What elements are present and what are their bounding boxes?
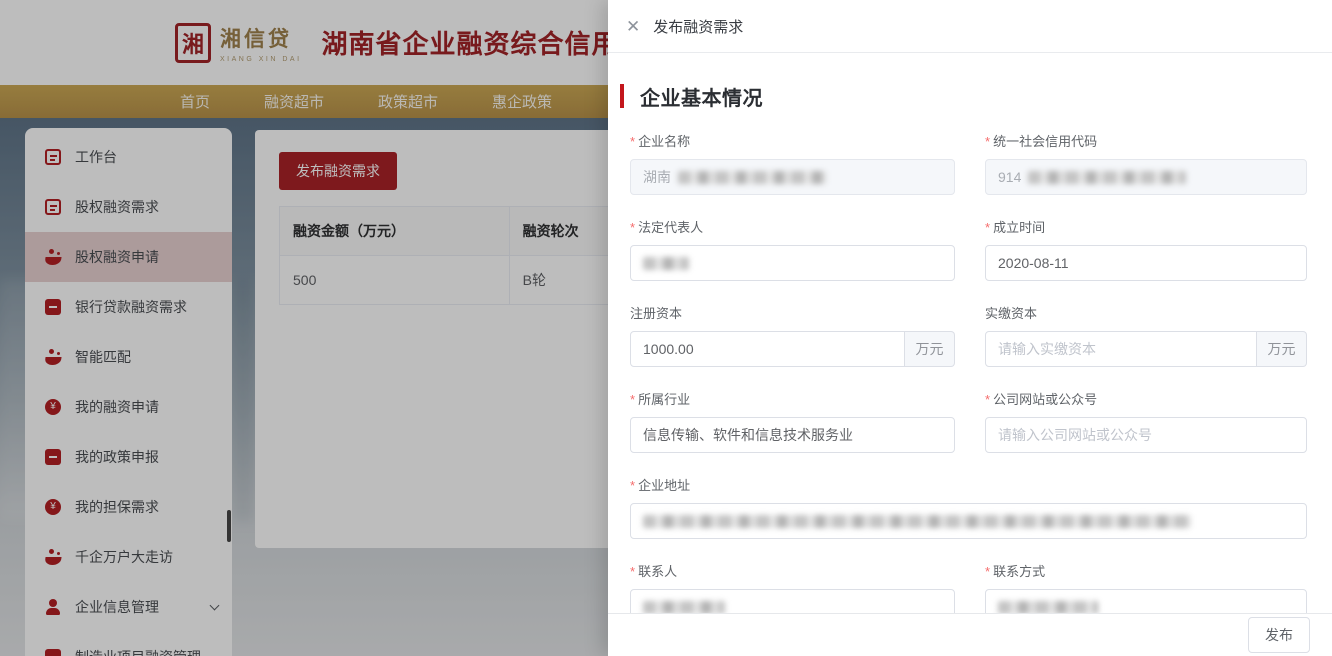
section-title-text: 企业基本情况 (640, 82, 763, 111)
input-establish-date[interactable] (985, 245, 1307, 281)
input-website[interactable] (985, 417, 1307, 453)
required-mark: * (630, 564, 635, 579)
required-mark: * (985, 564, 990, 579)
redacted-value (678, 171, 826, 184)
unit-suffix: 万元 (905, 331, 955, 367)
field-establish-date: *成立时间 (985, 195, 1307, 281)
value-prefix: 湖南 (643, 167, 671, 187)
value-prefix: 914 (998, 169, 1021, 185)
label-industry: *所属行业 (630, 391, 955, 409)
drawer-title: 发布融资需求 (653, 16, 743, 37)
redacted-value (643, 515, 1191, 528)
input-contact-person[interactable] (630, 589, 955, 613)
label-website: *公司网站或公众号 (985, 391, 1307, 409)
drawer-body: 企业基本情况 *企业名称 湖南 *统一社会信用代码 914 *法定代表人 (608, 53, 1332, 613)
redacted-value (998, 601, 1098, 613)
input-paid-capital[interactable] (985, 331, 1257, 367)
app-window: 湘 湘信贷 XIANG XIN DAI 湖南省企业融资综合信用服务平台 首页 融… (0, 0, 1332, 656)
unit-suffix: 万元 (1257, 331, 1307, 367)
drawer-footer: 发布 (608, 613, 1332, 656)
field-reg-capital: 注册资本 万元 (630, 281, 955, 367)
redacted-value (1028, 171, 1186, 184)
input-company-name[interactable]: 湖南 (630, 159, 955, 195)
input-industry[interactable] (630, 417, 955, 453)
label-contact-phone: *联系方式 (985, 563, 1307, 581)
input-contact-phone[interactable] (985, 589, 1307, 613)
publish-financing-drawer: ✕ 发布融资需求 企业基本情况 *企业名称 湖南 *统一社会信用代码 914 (608, 0, 1332, 656)
drawer-header: ✕ 发布融资需求 (608, 0, 1332, 53)
required-mark: * (985, 220, 990, 235)
required-mark: * (630, 478, 635, 493)
required-mark: * (630, 392, 635, 407)
input-address[interactable] (630, 503, 1307, 539)
field-address: *企业地址 (630, 453, 1307, 539)
field-company-name: *企业名称 湖南 (630, 109, 955, 195)
required-mark: * (985, 392, 990, 407)
label-reg-capital: 注册资本 (630, 305, 955, 323)
input-credit-code[interactable]: 914 (985, 159, 1307, 195)
field-legal-rep: *法定代表人 (630, 195, 955, 281)
close-icon[interactable]: ✕ (626, 18, 640, 35)
redacted-value (643, 601, 725, 613)
section-title-basic-info: 企业基本情况 (620, 83, 1307, 109)
required-mark: * (630, 220, 635, 235)
redacted-value (643, 257, 689, 270)
field-paid-capital: 实缴资本 万元 (985, 281, 1307, 367)
required-mark: * (630, 134, 635, 149)
label-legal-rep: *法定代表人 (630, 219, 955, 237)
field-contact-person: *联系人 (630, 539, 955, 613)
publish-button[interactable]: 发布 (1248, 617, 1310, 653)
input-reg-capital[interactable] (630, 331, 905, 367)
field-credit-code: *统一社会信用代码 914 (985, 109, 1307, 195)
field-contact-phone: *联系方式 (985, 539, 1307, 613)
label-address: *企业地址 (630, 477, 1307, 495)
field-website: *公司网站或公众号 (985, 367, 1307, 453)
section-accent-bar (620, 84, 624, 108)
required-mark: * (985, 134, 990, 149)
label-establish-date: *成立时间 (985, 219, 1307, 237)
input-legal-rep[interactable] (630, 245, 955, 281)
field-industry: *所属行业 (630, 367, 955, 453)
label-contact-person: *联系人 (630, 563, 955, 581)
label-paid-capital: 实缴资本 (985, 305, 1307, 323)
label-company-name: *企业名称 (630, 133, 955, 151)
label-credit-code: *统一社会信用代码 (985, 133, 1307, 151)
